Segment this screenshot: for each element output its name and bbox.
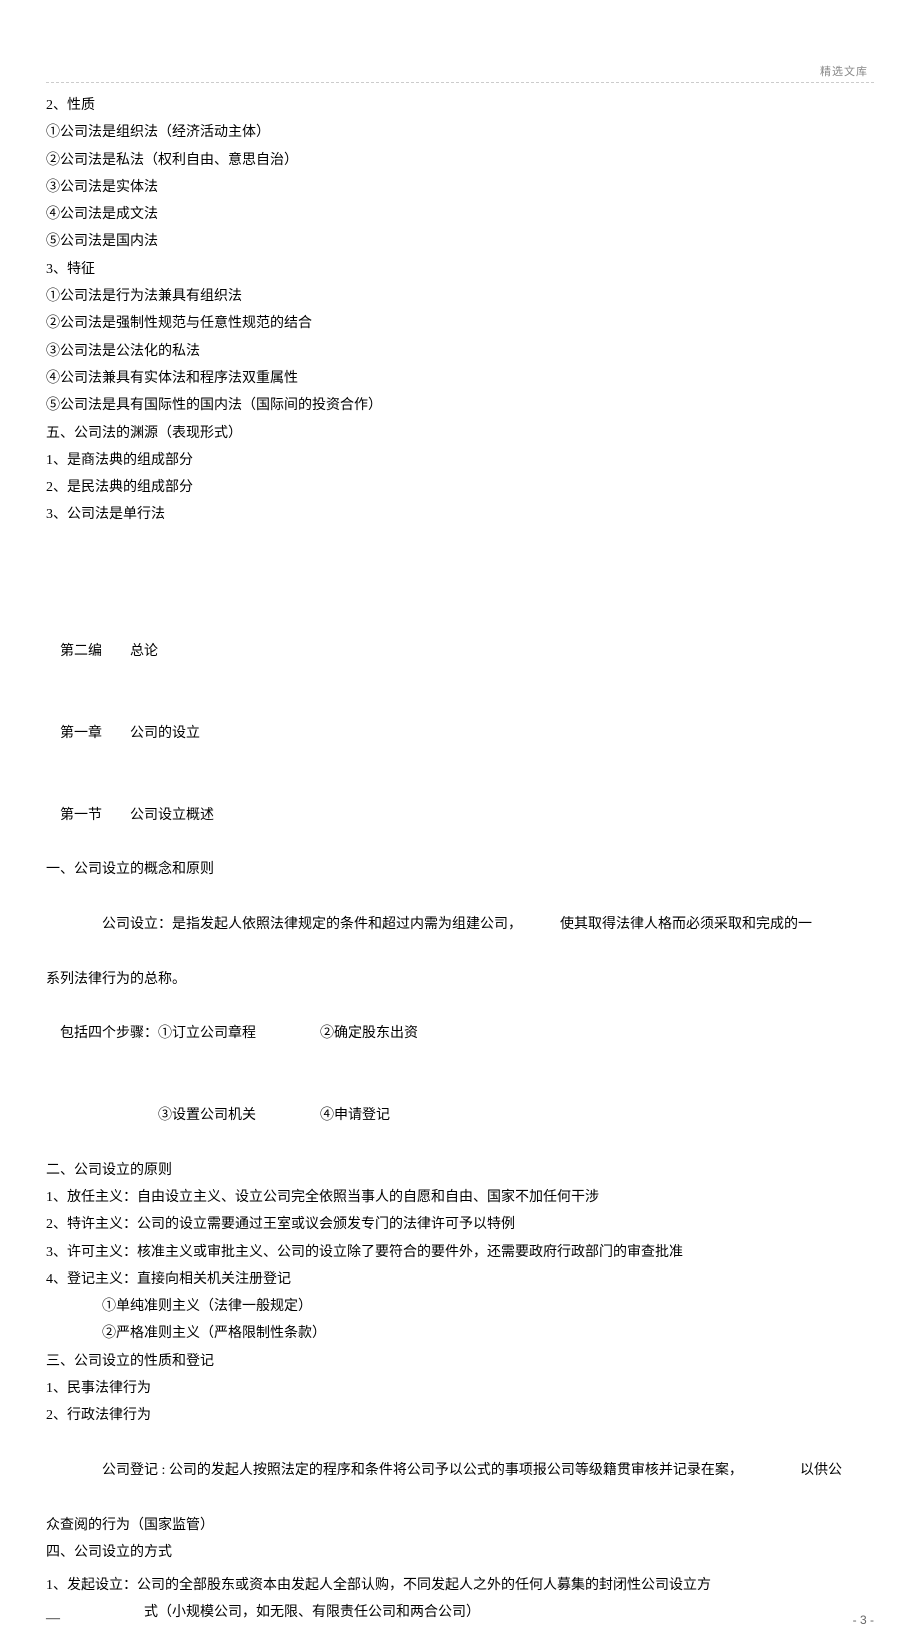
- text-line: ③公司法是实体法: [46, 174, 874, 201]
- footer-dash: —: [46, 1605, 60, 1632]
- text-line: ④公司法兼具有实体法和程序法双重属性: [46, 365, 874, 392]
- text-line: 2、是民法典的组成部分: [46, 474, 874, 501]
- section-gap: [46, 529, 874, 611]
- heading-title: 总论: [130, 644, 158, 659]
- text-line: 四、公司设立的方式: [46, 1539, 874, 1566]
- text-line: ④公司法是成文法: [46, 201, 874, 228]
- heading-title: 公司的设立: [130, 726, 200, 741]
- text-line: 1、发起设立：公司的全部股东或资本由发起人全部认购，不同发起人之外的任何人募集的…: [46, 1572, 874, 1599]
- text-line: 包括四个步骤：①订立公司章程②确定股东出资: [46, 993, 874, 1075]
- text-line: 三、公司设立的性质和登记: [46, 1348, 874, 1375]
- segment: 使其取得法律人格而必须采取和完成的一: [560, 917, 812, 932]
- text-line: 2、行政法律行为: [46, 1402, 874, 1429]
- segment: 包括四个步骤：①订立公司章程: [60, 1020, 320, 1047]
- text-line: 公司登记 : 公司的发起人按照法定的程序和条件将公司予以公式的事项报公司等级籍贯…: [46, 1430, 874, 1512]
- text-line: 4、登记主义：直接向相关机关注册登记: [46, 1266, 874, 1293]
- text-line: 3、特征: [46, 256, 874, 283]
- segment: 公司设立：是指发起人依照法律规定的条件和超过内需为组建公司，: [102, 911, 560, 938]
- text-line: 2、特许主义：公司的设立需要通过王室或议会颁发专门的法律许可予以特例: [46, 1211, 874, 1238]
- text-line: 3、许可主义：核准主义或审批主义、公司的设立除了要符合的要件外，还需要政府行政部…: [46, 1239, 874, 1266]
- text-line: 3、公司法是单行法: [46, 501, 874, 528]
- text-line: ②严格准则主义（严格限制性条款）: [46, 1320, 874, 1347]
- text-line: ①单纯准则主义（法律一般规定）: [46, 1293, 874, 1320]
- text-line: ①公司法是组织法（经济活动主体）: [46, 119, 874, 146]
- text-line: ②公司法是私法（权利自由、意思自治）: [46, 147, 874, 174]
- watermark-label: 精选文库: [820, 62, 868, 83]
- text-line: 1、民事法律行为: [46, 1375, 874, 1402]
- heading-prefix: 第一章: [60, 720, 130, 747]
- text-line: 系列法律行为的总称。: [46, 966, 874, 993]
- document-body: 2、性质 ①公司法是组织法（经济活动主体） ②公司法是私法（权利自由、意思自治）…: [46, 92, 874, 1627]
- text-line: 2、性质: [46, 92, 874, 119]
- heading-line: 第一节公司设立概述: [46, 775, 874, 857]
- text-line: 一、公司设立的概念和原则: [46, 856, 874, 883]
- text-line: 二、公司设立的原则: [46, 1157, 874, 1184]
- text-line: ②公司法是强制性规范与任意性规范的结合: [46, 310, 874, 337]
- heading-line: 第二编总论: [46, 611, 874, 693]
- text-line: ①公司法是行为法兼具有组织法: [46, 283, 874, 310]
- header-rule: [46, 82, 874, 83]
- text-line: ③设置公司机关④申请登记: [46, 1075, 874, 1157]
- segment: 以供公: [800, 1463, 842, 1478]
- heading-line: 第一章公司的设立: [46, 693, 874, 775]
- text-line: ⑤公司法是具有国际性的国内法（国际间的投资合作）: [46, 392, 874, 419]
- page-number: - 3 -: [853, 1609, 874, 1632]
- text-line: 1、放任主义：自由设立主义、设立公司完全依照当事人的自愿和自由、国家不加任何干涉: [46, 1184, 874, 1211]
- text-line: 公司设立：是指发起人依照法律规定的条件和超过内需为组建公司，使其取得法律人格而必…: [46, 884, 874, 966]
- text-line: 1、是商法典的组成部分: [46, 447, 874, 474]
- segment: ③设置公司机关: [158, 1102, 320, 1129]
- segment: 公司登记 : 公司的发起人按照法定的程序和条件将公司予以公式的事项报公司等级籍贯…: [102, 1457, 800, 1484]
- text-line: ③公司法是公法化的私法: [46, 338, 874, 365]
- text-line: 五、公司法的渊源（表现形式）: [46, 420, 874, 447]
- heading-title: 公司设立概述: [130, 808, 214, 823]
- text-line: 众查阅的行为（国家监管）: [46, 1512, 874, 1539]
- text-line: 式（小规模公司，如无限、有限责任公司和两合公司）: [46, 1599, 874, 1626]
- segment: ②确定股东出资: [320, 1026, 418, 1041]
- heading-prefix: 第一节: [60, 802, 130, 829]
- segment: ④申请登记: [320, 1108, 390, 1123]
- text-line: ⑤公司法是国内法: [46, 228, 874, 255]
- heading-prefix: 第二编: [60, 638, 130, 665]
